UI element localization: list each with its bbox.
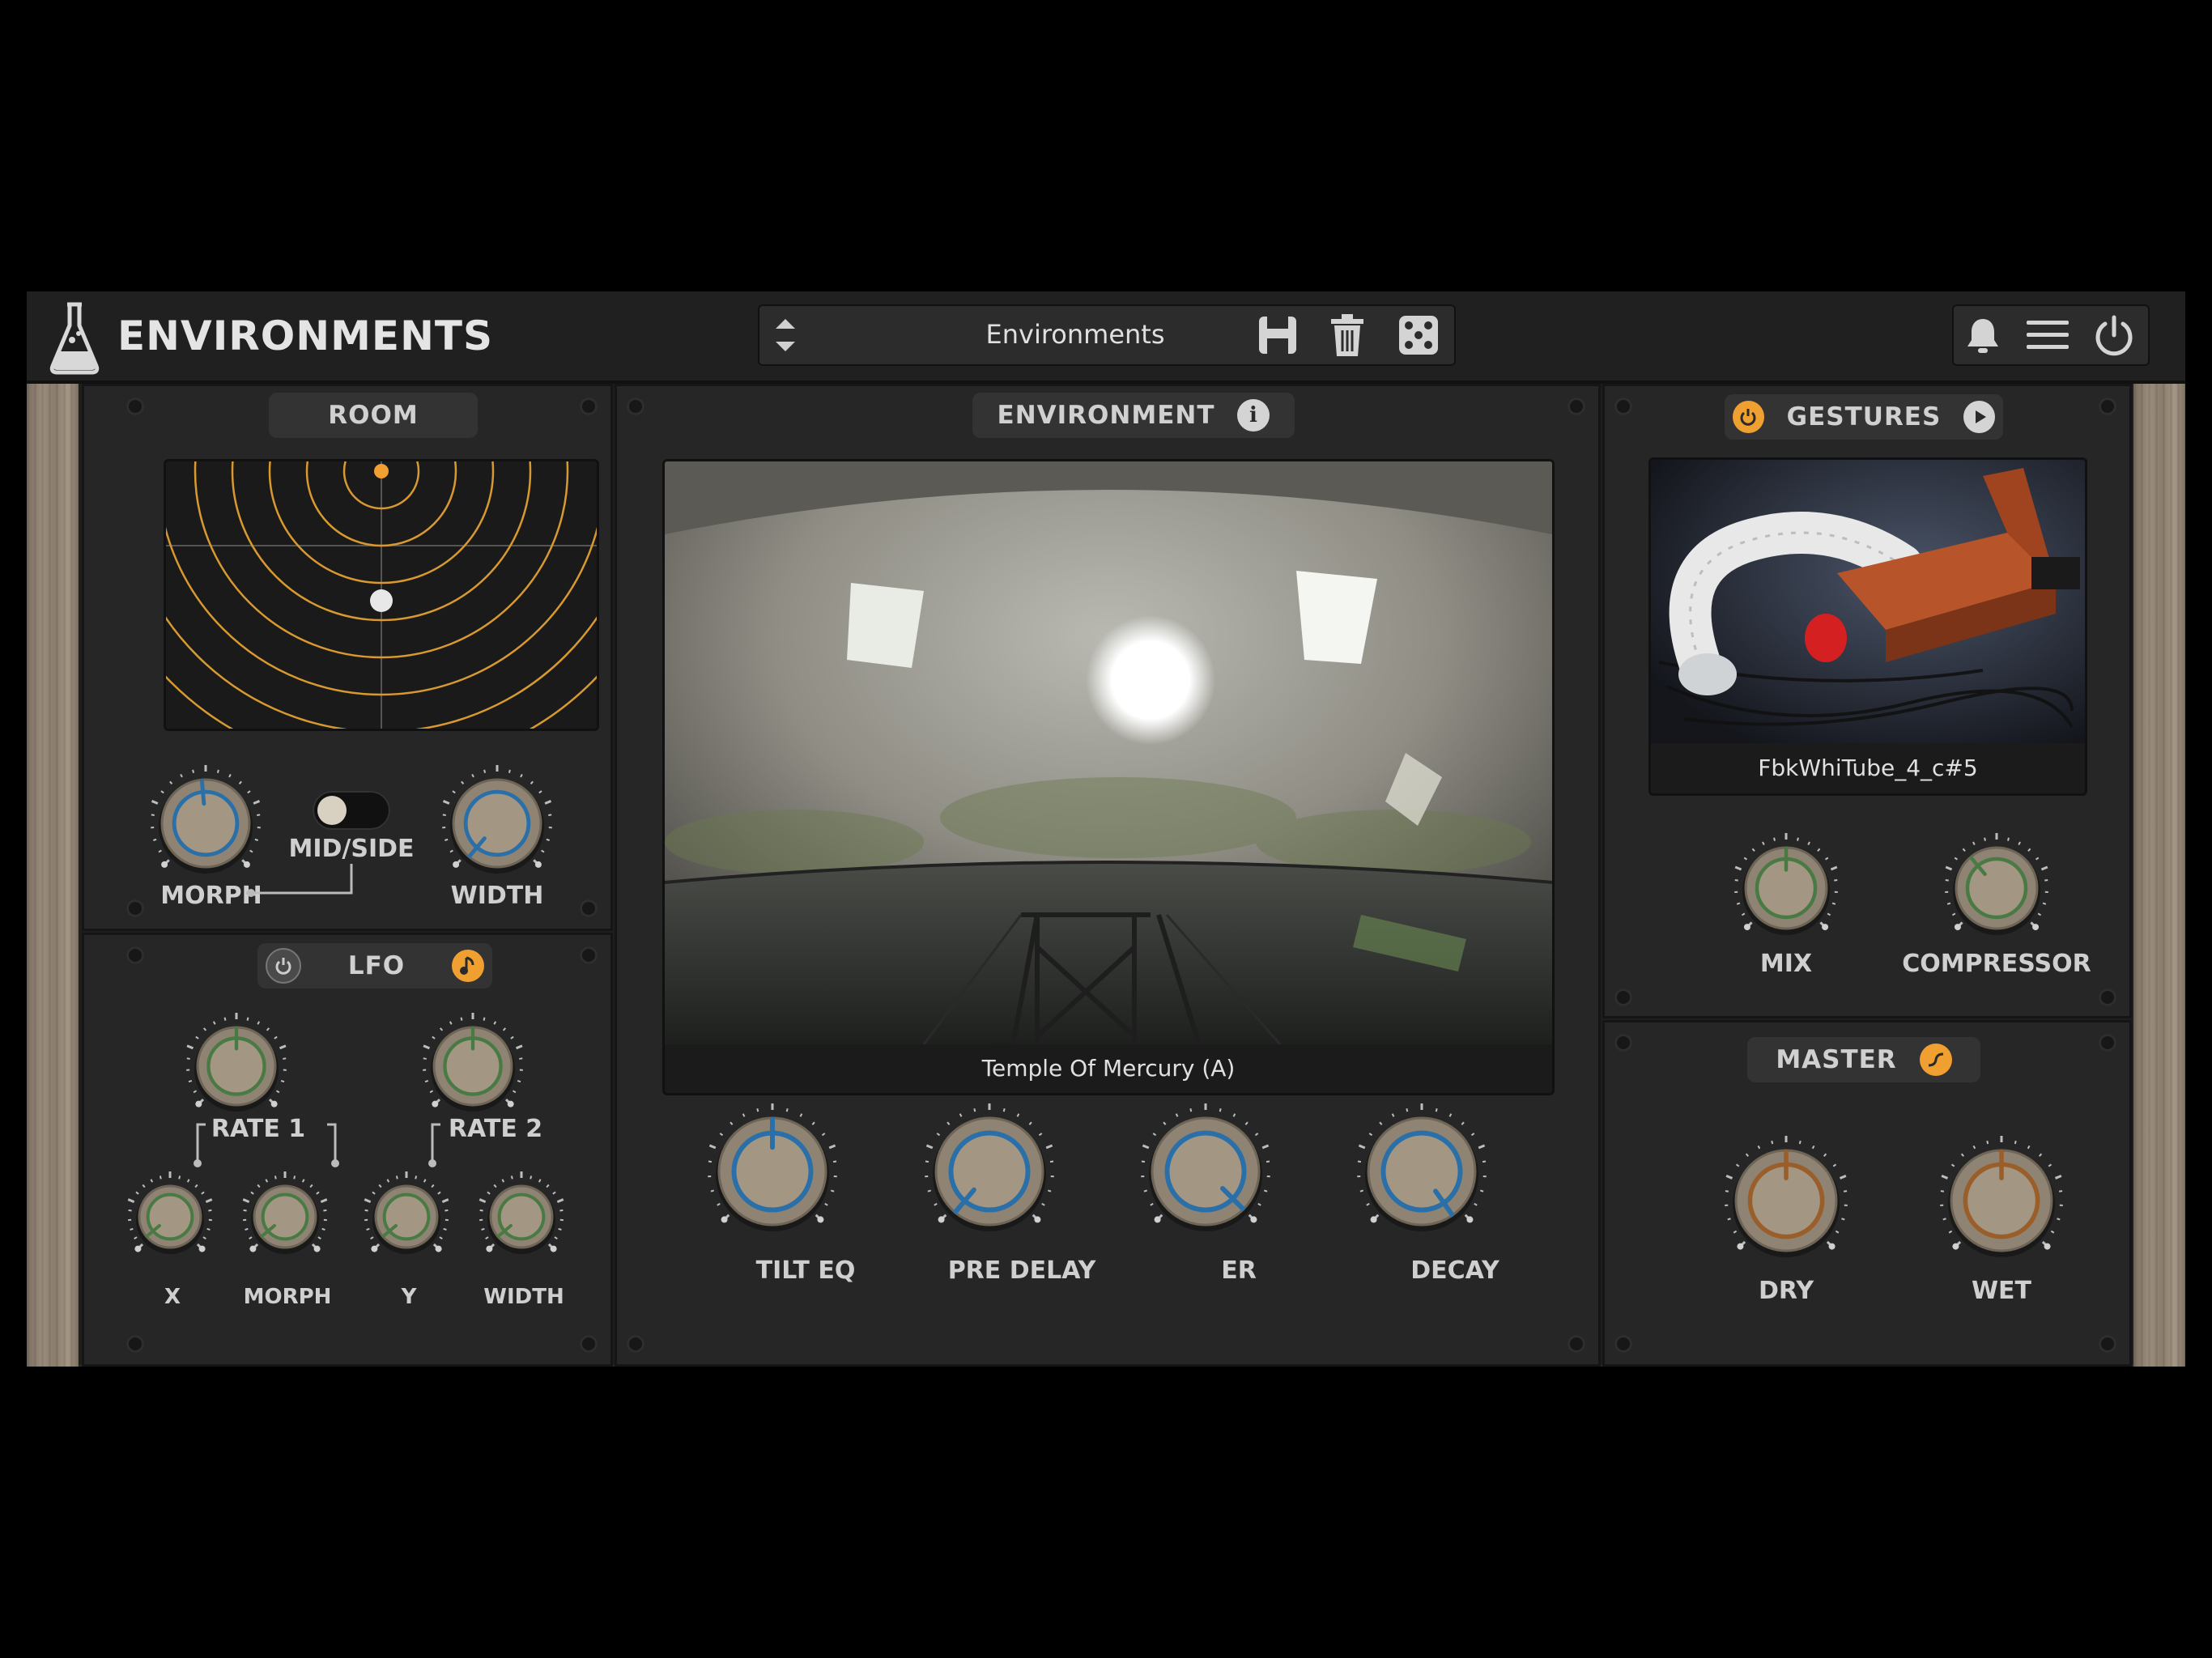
room-morph-knob[interactable] <box>149 765 262 880</box>
room-title: ROOM <box>269 393 478 438</box>
lfo-morph-label: MORPH <box>243 1285 332 1309</box>
environment-image <box>665 461 1552 1044</box>
lfo-rate2-knob[interactable] <box>416 1010 530 1123</box>
master-curve-icon[interactable] <box>1919 1044 1952 1076</box>
mid-side-toggle[interactable] <box>313 791 390 830</box>
pre-delay-label: PRE DELAY <box>947 1256 1096 1285</box>
flask-logo-icon <box>46 298 103 376</box>
preset-name[interactable]: Environments <box>873 319 1278 350</box>
decay-knob[interactable] <box>1349 1099 1495 1244</box>
screw <box>580 1335 598 1353</box>
lfo-x-knob[interactable] <box>123 1170 217 1264</box>
wet-label: WET <box>1971 1277 2032 1305</box>
mix-knob[interactable] <box>1729 831 1843 945</box>
trash-icon[interactable] <box>1328 312 1367 358</box>
app-title: ENVIRONMENTS <box>117 312 494 359</box>
master-panel: MASTER DRY WET <box>1602 1020 2132 1367</box>
room-panel: ROOM MORPH MID/SIDE WIDTH <box>82 384 613 931</box>
lfo-panel: LFO RATE 1 RATE 2 X MORPH Y WIDTH <box>82 933 613 1367</box>
screw <box>2099 1335 2116 1353</box>
screw <box>126 899 144 917</box>
menu-icon[interactable] <box>2025 314 2070 356</box>
screw <box>627 397 644 415</box>
decay-label: DECAY <box>1410 1256 1499 1285</box>
environment-panel: ENVIRONMENT i Temple Of Mercury (A) TILT… <box>615 384 1601 1367</box>
lfo-y-knob[interactable] <box>359 1170 453 1264</box>
listener-point <box>370 589 393 612</box>
gestures-play-icon[interactable] <box>1963 401 1995 433</box>
screw <box>2099 397 2116 415</box>
wet-knob[interactable] <box>1929 1128 2074 1273</box>
screw <box>2099 988 2116 1006</box>
preset-bar: Environments <box>758 304 1456 366</box>
environment-image-frame[interactable]: Temple Of Mercury (A) <box>662 459 1555 1095</box>
gestures-caption: FbkWhiTube_4_c#5 <box>1758 755 1978 781</box>
lfo-x-label: X <box>164 1285 181 1309</box>
gestures-image <box>1651 460 2085 743</box>
screw <box>627 1335 644 1353</box>
header-bar: ENVIRONMENTS Environments <box>27 291 2185 384</box>
room-title-label: ROOM <box>328 401 419 430</box>
room-width-label: WIDTH <box>450 882 544 910</box>
screw <box>126 946 144 964</box>
plugin-window: ENVIRONMENTS Environments ROOM MORPH MID… <box>27 291 2185 1367</box>
lfo-rate1-knob[interactable] <box>180 1010 293 1123</box>
right-wood-panel <box>2133 384 2185 1367</box>
compressor-knob[interactable] <box>1940 831 2053 945</box>
dry-label: DRY <box>1758 1277 1814 1305</box>
screw <box>1614 1335 1632 1353</box>
lfo-power-icon[interactable] <box>266 948 301 984</box>
screw <box>126 397 144 415</box>
room-width-knob[interactable] <box>440 765 554 880</box>
pre-delay-knob[interactable] <box>917 1099 1062 1244</box>
rate2-label: RATE 2 <box>448 1115 543 1143</box>
lfo-header: LFO <box>257 943 492 988</box>
power-icon[interactable] <box>2091 312 2137 358</box>
dry-knob[interactable] <box>1713 1128 1859 1273</box>
mix-label: MIX <box>1759 950 1813 978</box>
screw <box>126 1335 144 1353</box>
tilt-eq-knob[interactable] <box>700 1099 845 1244</box>
left-wood-panel <box>27 384 79 1367</box>
screw <box>580 899 598 917</box>
lfo-y-label: Y <box>401 1285 417 1309</box>
lfo-width-knob[interactable] <box>474 1170 568 1264</box>
preset-arrows-icon[interactable] <box>769 311 802 359</box>
compressor-label: COMPRESSOR <box>1902 950 2091 978</box>
screw <box>1614 988 1632 1006</box>
rate1-label: RATE 1 <box>211 1115 306 1143</box>
save-icon[interactable] <box>1257 314 1299 356</box>
master-header: MASTER <box>1747 1037 1980 1082</box>
source-point <box>374 464 389 478</box>
environment-header: ENVIRONMENT i <box>972 393 1295 438</box>
screw <box>1614 397 1632 415</box>
gestures-panel: GESTURES FbkWhiTube_4_c#5 MIX COMPRESSOR <box>1602 384 2132 1018</box>
master-title: MASTER <box>1776 1045 1897 1074</box>
mid-side-label: MID/SIDE <box>288 835 415 863</box>
screw <box>580 946 598 964</box>
screw <box>1568 1335 1585 1353</box>
screw <box>580 397 598 415</box>
screw <box>1568 397 1585 415</box>
tilt-eq-label: TILT EQ <box>755 1256 856 1285</box>
lfo-morph-knob[interactable] <box>238 1170 332 1264</box>
screw <box>2099 1034 2116 1052</box>
lfo-sync-note-icon[interactable] <box>451 950 484 982</box>
gestures-title: GESTURES <box>1786 402 1942 432</box>
lfo-title: LFO <box>347 951 406 980</box>
info-icon[interactable]: i <box>1237 399 1270 432</box>
dice-icon[interactable] <box>1397 314 1440 356</box>
lfo-width-label: WIDTH <box>483 1285 564 1309</box>
room-xy-pad[interactable] <box>164 459 599 731</box>
er-knob[interactable] <box>1133 1099 1278 1244</box>
gestures-power-icon[interactable] <box>1733 401 1764 433</box>
gestures-image-frame[interactable]: FbkWhiTube_4_c#5 <box>1648 457 2087 796</box>
environment-caption: Temple Of Mercury (A) <box>981 1055 1236 1082</box>
environment-title: ENVIRONMENT <box>997 401 1215 430</box>
screw <box>1614 1034 1632 1052</box>
er-label: ER <box>1221 1256 1257 1285</box>
header-right-group <box>1952 304 2150 366</box>
bell-icon[interactable] <box>1962 314 2004 356</box>
gestures-header: GESTURES <box>1725 394 2003 440</box>
